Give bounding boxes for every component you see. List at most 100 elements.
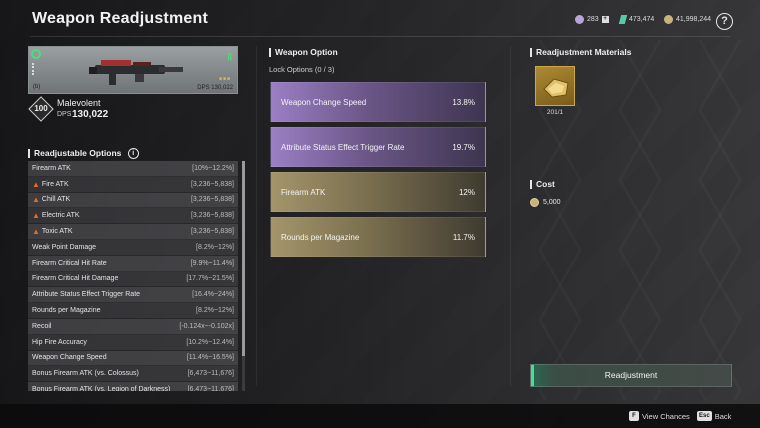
option-name: Bonus Firearm ATK (vs. Colossus) [32,370,139,377]
warning-icon: ▲ [32,211,40,221]
material-item-icon [543,78,569,98]
info-icon[interactable]: i [127,148,139,160]
option-label: Toxic ATK [41,228,73,236]
option-range: [3,236~5,838] [190,180,234,188]
warning-icon: ▲ [32,227,40,237]
option-name: Weak Point Damage [32,244,96,251]
option-label: Bonus Firearm ATK (vs. Legion of Darknes… [32,386,171,391]
slot-dots-icon [32,63,34,75]
option-label: Hip Fire Accuracy [32,338,87,346]
option-name: Firearm Critical Hit Damage [32,275,118,282]
option-row: Firearm Critical Hit Rate [9.9%~11.4%] [28,255,238,272]
add-icon[interactable]: + [601,16,609,23]
key-f-icon: F [629,411,639,421]
option-name: Firearm ATK [32,165,71,172]
warning-icon: ▲ [32,179,40,189]
gold-icon [664,15,673,24]
weapon-option-name: Weapon Change Speed [281,97,367,107]
currency-kuiper: 283 + [575,15,609,24]
weapon-option-value: 11.7% [452,232,475,242]
option-row: Bonus Firearm ATK (vs. Legion of Darknes… [28,382,238,391]
dps-value: 130,022 [72,109,109,120]
view-chances-hint[interactable]: F View Chances [629,411,690,421]
lock-options-text: Lock Options (0 / 3) [269,65,335,74]
option-row: ▲ Electric ATK [3,236~5,838] [28,208,238,225]
option-range: [10.2%~12.4%] [186,338,234,346]
gold-amount: 41,998,244 [676,16,712,23]
cost-heading: Cost [530,179,555,189]
top-bar: Weapon Readjustment 283 + 473,474 41,998… [0,0,760,40]
currency-gold: 41,998,244 [664,15,711,24]
option-name: Recoil [32,323,51,330]
dps-label: DPS [57,111,72,118]
option-range: [6,473~11,676] [187,370,234,378]
materials-heading: Readjustment Materials [530,47,631,57]
weapon-option-value: 13.8% [452,97,475,107]
option-name: Attribute Status Effect Trigger Rate [32,291,140,298]
option-range: [-0.124x~-0.102x] [179,322,234,330]
weapon-option-slot-1[interactable]: Weapon Change Speed 13.8% [270,82,486,122]
option-row: Firearm Critical Hit Damage [17.7%~21.5%] [28,271,238,288]
weapon-card-dps: DPS 130,022 [197,85,233,91]
weapon-option-slot-2[interactable]: Attribute Status Effect Trigger Rate 19.… [270,127,486,167]
option-label: Attribute Status Effect Trigger Rate [32,291,141,299]
material-slot[interactable] [535,66,575,106]
weapon-option-name: Rounds per Magazine [281,232,360,242]
option-row: ▲ Chill ATK [3,236~5,838] [28,192,238,209]
weapon-option-name: Firearm ATK [281,187,326,197]
option-row: Hip Fire Accuracy [10.2%~12.4%] [28,334,238,351]
option-label: Recoil [32,322,52,330]
options-scrollbar[interactable] [242,161,245,391]
crystal-icon [618,15,628,24]
key-esc-icon: Esc [697,411,712,421]
header-divider [30,36,730,37]
option-range: [11.4%~16.5%] [186,354,234,362]
option-range: [9.9%~11.4%] [190,259,234,267]
option-range: [8.2%~12%] [196,307,234,315]
option-name: Firearm Critical Hit Rate [32,260,107,267]
back-hint[interactable]: Esc Back [697,411,731,421]
column-divider [256,46,257,386]
option-name: ▲ Electric ATK [32,211,80,220]
weapon-card[interactable]: || (b) ■■■ DPS 130,022 [28,46,238,94]
option-row: Weapon Change Speed [11.4%~16.5%] [28,350,238,367]
weapon-card-level: (b) [33,84,41,90]
option-label: Firearm Critical Hit Rate [32,259,107,267]
option-range: [10%~12.2%] [192,164,234,172]
back-label: Back [714,411,732,421]
cost-line: 5,000 [530,198,561,207]
option-row: Recoil [-0.124x~-0.102x] [28,318,238,335]
readjustable-options-list[interactable]: Firearm ATK [10%~12.2%] ▲ Fire ATK [3,236~5,… [28,161,238,391]
option-name: Weapon Change Speed [32,354,107,361]
option-row: Firearm ATK [10%~12.2%] [28,161,238,177]
readjustment-button[interactable]: Readjustment [530,364,732,387]
weapon-image [89,60,183,85]
kuiper-icon [575,15,584,24]
tier-bars-icon: || [227,52,232,61]
weapon-option-name: Attribute Status Effect Trigger Rate [281,142,405,152]
weapon-level: 100 [34,104,48,113]
option-label: Rounds per Magazine [32,307,101,315]
weapon-option-slot-3[interactable]: Firearm ATK 12% [270,172,486,212]
option-label: Firearm ATK [32,164,71,172]
option-row: Attribute Status Effect Trigger Rate [16.… [28,287,238,304]
option-name: ▲ Toxic ATK [32,227,73,236]
help-button[interactable]: ? [716,13,733,30]
column-divider [510,46,511,386]
option-range: [6,473~11,676] [187,386,234,391]
option-range: [17.7%~21.5%] [186,275,234,283]
equipped-ring-icon [31,49,41,59]
option-name: ▲ Chill ATK [32,195,70,204]
option-label: Fire ATK [41,180,69,188]
material-count: 201/1 [546,109,564,116]
option-range: [3,236~5,838] [190,228,234,236]
option-row: ▲ Fire ATK [3,236~5,838] [28,176,238,193]
crystal-amount: 473,474 [629,16,655,23]
option-name: Rounds per Magazine [32,307,101,314]
option-row: Weak Point Damage [8.2%~12%] [28,239,238,256]
kuiper-amount: 283 [587,16,599,23]
options-scrollbar-thumb[interactable] [242,161,245,356]
weapon-option-slot-4[interactable]: Rounds per Magazine 11.7% [270,217,486,257]
option-label: Firearm Critical Hit Damage [32,275,119,283]
option-label: Electric ATK [41,212,80,220]
